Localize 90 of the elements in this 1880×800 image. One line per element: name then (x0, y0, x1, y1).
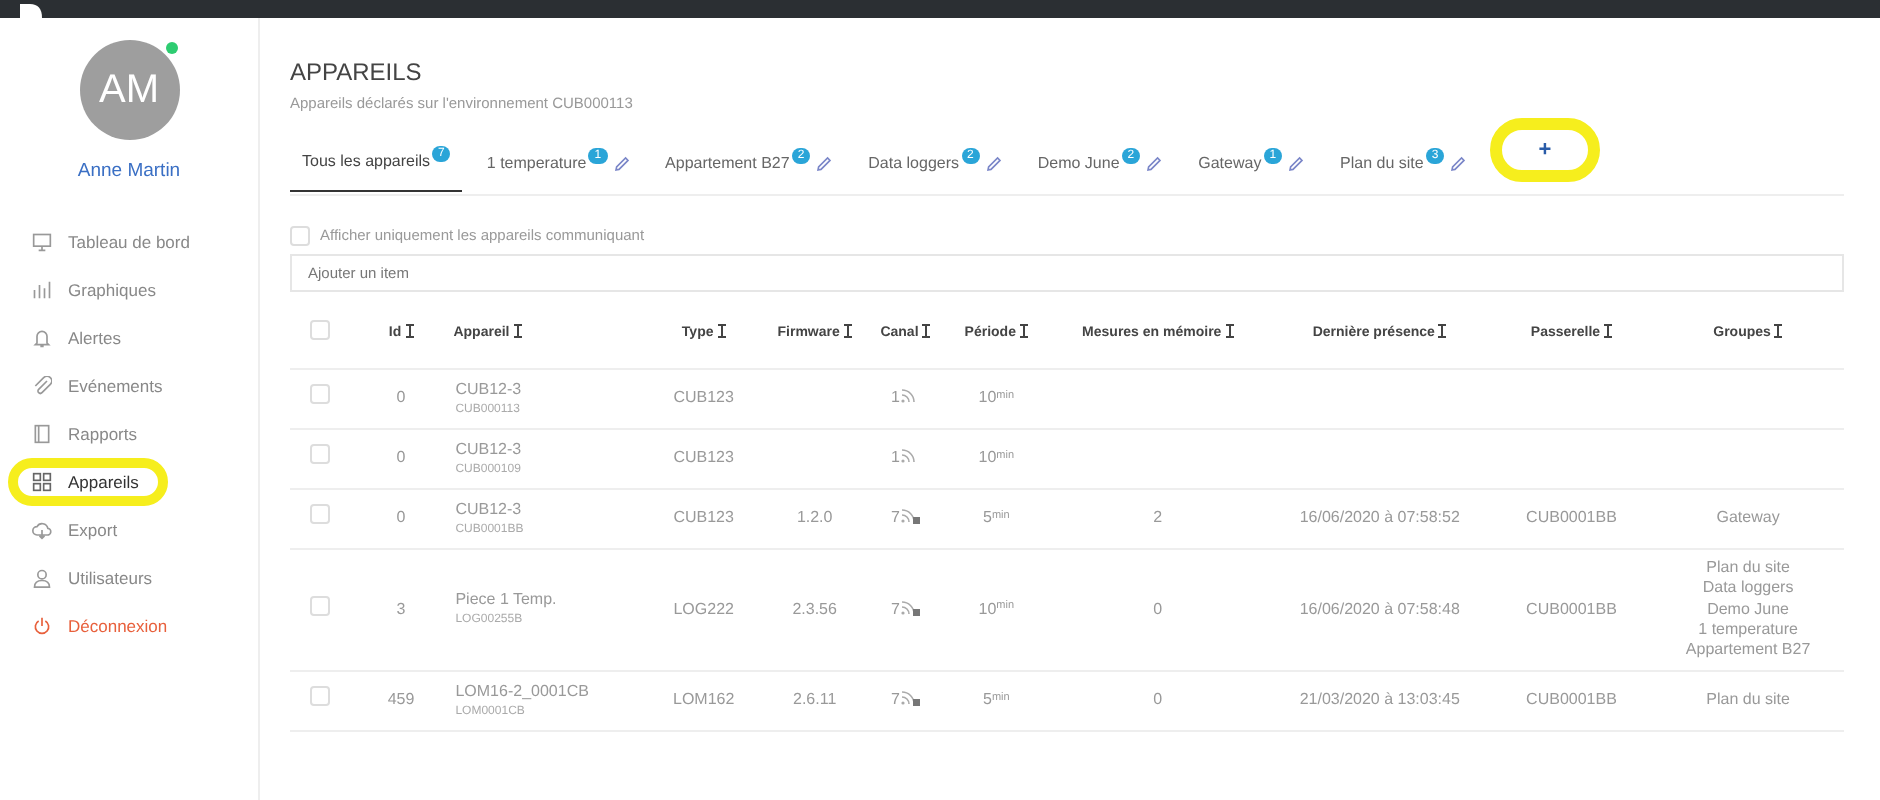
checkbox[interactable] (310, 384, 331, 405)
table-cell: CUB0001BB (1490, 488, 1653, 549)
device-name: CUB12-3 (455, 437, 524, 462)
sort-icon (843, 323, 852, 338)
checkbox[interactable] (290, 225, 310, 246)
document-icon (32, 424, 52, 445)
pencil-icon[interactable] (1288, 155, 1305, 172)
channel-number: 1 (891, 448, 900, 467)
table-cell: 10$^{min}$ (945, 548, 1047, 671)
device-name: CUB12-3 (455, 377, 524, 402)
pencil-icon[interactable] (1146, 155, 1163, 172)
group-label: Demo June (1705, 599, 1791, 621)
table-cell: 0 (350, 428, 452, 489)
table-cell: 0 (1046, 670, 1269, 731)
table-cell: 0 (1046, 548, 1269, 671)
checkbox[interactable] (310, 686, 331, 707)
table-cell: CUB123 (643, 368, 765, 429)
table-cell: 2.3.56 (764, 548, 866, 671)
channel-number: 7 (891, 690, 900, 709)
cloud-download-icon (32, 520, 52, 541)
group-label: Plan du site (1704, 557, 1792, 579)
pencil-icon[interactable] (985, 155, 1002, 172)
table-cell: 3 (350, 548, 452, 671)
table-cell: 16/06/2020 à 07:58:52 (1268, 488, 1491, 549)
device-name: CUB12-3 (455, 497, 524, 522)
logo-icon (16, 4, 44, 18)
table-cell: 10$^{min}$ (945, 428, 1047, 489)
table-cell: 0 (350, 368, 452, 429)
pencil-icon[interactable] (613, 155, 630, 172)
checkbox[interactable] (310, 319, 331, 340)
bar-chart-icon (32, 280, 52, 301)
sort-icon (405, 323, 414, 338)
sort-icon (513, 323, 522, 338)
group-label: 1 temperature (1696, 620, 1800, 641)
avatar: AM (79, 40, 179, 140)
sidebar-item[interactable]: Graphiques (0, 266, 258, 315)
table-cell: LOM162 (643, 670, 765, 731)
logout-link[interactable]: Déconnexion (0, 602, 258, 651)
checkbox[interactable] (310, 504, 331, 525)
device-name: LOM16-2_0001CB (455, 679, 591, 704)
bell-icon (32, 328, 52, 349)
table-cell: CUB0001BB (1490, 670, 1653, 731)
checkbox[interactable] (310, 444, 331, 465)
user-icon (32, 568, 52, 589)
group-label: Plan du site (1704, 690, 1792, 712)
sidebar-item[interactable]: Appareils (8, 458, 168, 507)
pencil-icon[interactable] (816, 155, 833, 172)
table-cell: 2 (1046, 488, 1269, 549)
sort-icon (1604, 323, 1613, 338)
sidebar-item[interactable]: Tableau de bord (0, 218, 258, 267)
add-tab-button[interactable]: + (1490, 117, 1600, 183)
table-cell: 1.2.0 (764, 488, 866, 549)
device-name: Piece 1 Temp. (455, 588, 559, 613)
channel-number: 1 (891, 388, 900, 407)
table-cell: 2.6.11 (764, 670, 866, 731)
table-cell: 0 (350, 488, 452, 549)
group-label: Data loggers (1700, 578, 1796, 600)
paperclip-icon (32, 376, 52, 397)
sort-icon (1438, 323, 1447, 338)
user-name: Anne Martin (75, 158, 183, 186)
sort-icon (922, 323, 931, 338)
pencil-icon[interactable] (1450, 155, 1467, 172)
power-icon (32, 616, 52, 637)
sidebar-item[interactable]: Export (0, 506, 258, 555)
sort-icon (1019, 323, 1028, 338)
sort-icon (1225, 323, 1234, 338)
group-label: Gateway (1714, 508, 1782, 530)
sidebar-item[interactable]: Rapports (0, 410, 258, 459)
table-cell: 5$^{min}$ (945, 488, 1047, 549)
channel-number: 7 (891, 599, 900, 618)
group-label: Appartement B27 (1683, 640, 1813, 662)
sort-icon (1774, 323, 1783, 338)
sort-icon (717, 323, 726, 338)
table-cell: LOG222 (643, 548, 765, 671)
table-cell: 459 (350, 670, 452, 731)
table-cell: 16/06/2020 à 07:58:48 (1268, 548, 1491, 671)
table-cell: 21/03/2020 à 13:03:45 (1268, 670, 1491, 731)
table-cell: CUB123 (643, 428, 765, 489)
channel-number: 7 (891, 508, 900, 527)
grid-icon (32, 472, 52, 493)
checkbox[interactable] (310, 595, 331, 616)
monitor-icon (32, 232, 52, 253)
sidebar-item[interactable]: Evénements (0, 362, 258, 411)
page-title: APPAREILS (290, 58, 424, 87)
sidebar-item[interactable]: Alertes (0, 314, 258, 363)
table-cell: CUB123 (643, 488, 765, 549)
sidebar-item[interactable]: Utilisateurs (0, 554, 258, 603)
table-cell: 5$^{min}$ (945, 670, 1047, 731)
table-cell: 10$^{min}$ (945, 368, 1047, 429)
table-cell: CUB0001BB (1490, 548, 1653, 671)
